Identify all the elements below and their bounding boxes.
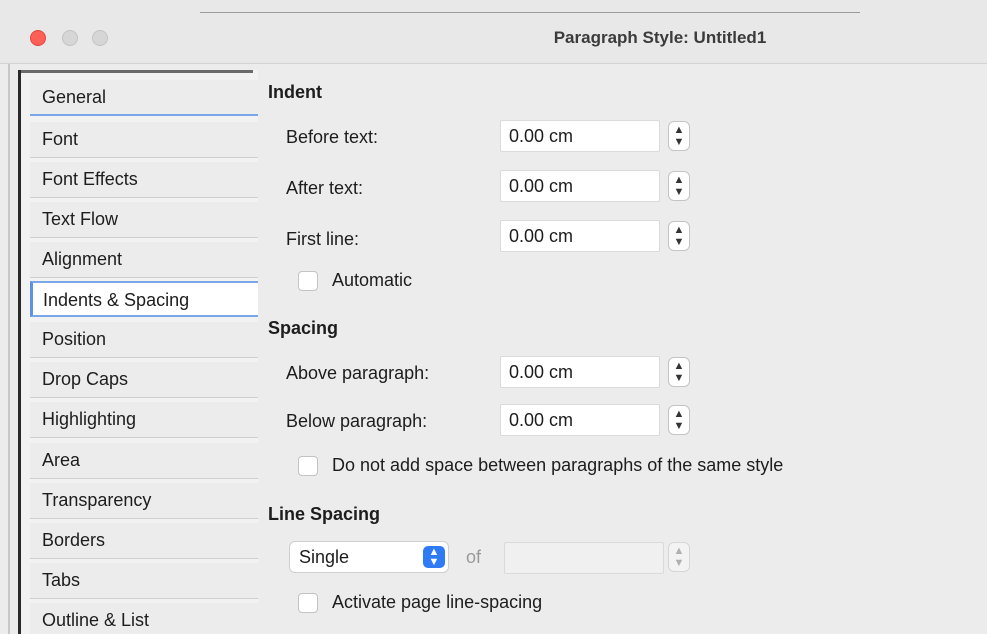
above-paragraph-spinner[interactable]: ▲ ▼ xyxy=(668,357,690,387)
spin-down-icon: ▼ xyxy=(673,557,685,569)
above-paragraph-field[interactable]: 0.00 cm xyxy=(500,356,660,388)
close-window-button[interactable] xyxy=(30,30,46,46)
line-spacing-of-field[interactable] xyxy=(504,542,664,574)
page-line-spacing-checkbox[interactable] xyxy=(298,593,318,613)
below-paragraph-field[interactable]: 0.00 cm xyxy=(500,404,660,436)
spin-down-icon: ▼ xyxy=(673,420,685,432)
tab-list: General Font Font Effects Text Flow Alig… xyxy=(18,70,262,634)
tab-list-top-border xyxy=(21,70,253,73)
tab-tabs[interactable]: Tabs xyxy=(30,563,262,599)
after-text-spinner[interactable]: ▲ ▼ xyxy=(668,171,690,201)
tab-position[interactable]: Position xyxy=(30,322,262,358)
indents-spacing-panel: Indent Before text: 0.00 cm ▲ ▼ After tex… xyxy=(258,64,987,634)
no-space-same-style-checkbox[interactable] xyxy=(298,456,318,476)
spin-up-icon: ▲ xyxy=(673,360,685,372)
tab-indents-spacing[interactable]: Indents & Spacing xyxy=(30,281,262,317)
tab-font-effects[interactable]: Font Effects xyxy=(30,162,262,198)
divider xyxy=(200,12,860,13)
first-line-label: First line: xyxy=(286,229,360,249)
tab-font[interactable]: Font xyxy=(30,122,262,158)
before-text-label: Before text: xyxy=(286,127,379,147)
window-left-edge xyxy=(8,64,10,634)
line-spacing-value: Single xyxy=(299,547,350,567)
spacing-section-title: Spacing xyxy=(268,318,339,338)
of-label: of xyxy=(466,547,482,567)
spin-down-icon: ▼ xyxy=(673,186,685,198)
indent-section-title: Indent xyxy=(268,82,322,102)
automatic-label: Automatic xyxy=(332,270,413,290)
spin-down-icon: ▼ xyxy=(673,372,685,384)
spin-up-icon: ▲ xyxy=(673,545,685,557)
before-text-field[interactable]: 0.00 cm xyxy=(500,120,660,152)
above-paragraph-label: Above paragraph: xyxy=(286,363,430,383)
zoom-window-button[interactable] xyxy=(92,30,108,46)
spin-up-icon: ▲ xyxy=(673,408,685,420)
below-paragraph-spinner[interactable]: ▲ ▼ xyxy=(668,405,690,435)
after-text-label: After text: xyxy=(286,178,364,198)
minimize-window-button[interactable] xyxy=(62,30,78,46)
tab-text-flow[interactable]: Text Flow xyxy=(30,202,262,238)
first-line-field[interactable]: 0.00 cm xyxy=(500,220,660,252)
spin-up-icon: ▲ xyxy=(673,124,685,136)
tab-borders[interactable]: Borders xyxy=(30,523,262,559)
automatic-checkbox[interactable] xyxy=(298,271,318,291)
below-paragraph-label: Below paragraph: xyxy=(286,411,428,431)
before-text-spinner[interactable]: ▲ ▼ xyxy=(668,121,690,151)
window-title: Paragraph Style: Untitled1 xyxy=(553,28,767,47)
tab-general[interactable]: General xyxy=(30,80,262,116)
no-space-same-style-label: Do not add space between paragraphs of t… xyxy=(332,455,784,475)
first-line-spinner[interactable]: ▲ ▼ xyxy=(668,221,690,251)
line-spacing-of-spinner[interactable]: ▲ ▼ xyxy=(668,542,690,572)
chevron-updown-icon: ▲ ▼ xyxy=(423,546,445,568)
spin-down-icon: ▼ xyxy=(673,136,685,148)
spin-down-icon: ▼ xyxy=(673,236,685,248)
tab-drop-caps[interactable]: Drop Caps xyxy=(30,362,262,398)
title-bar: Paragraph Style: Untitled1 xyxy=(0,0,987,64)
tab-area[interactable]: Area xyxy=(30,443,262,479)
tab-transparency[interactable]: Transparency xyxy=(30,483,262,519)
tab-outline-list[interactable]: Outline & List xyxy=(30,603,262,634)
spin-up-icon: ▲ xyxy=(673,224,685,236)
tab-alignment[interactable]: Alignment xyxy=(30,242,262,278)
after-text-field[interactable]: 0.00 cm xyxy=(500,170,660,202)
tab-highlighting[interactable]: Highlighting xyxy=(30,402,262,438)
page-line-spacing-label: Activate page line-spacing xyxy=(332,592,543,612)
line-spacing-select[interactable]: Single ▲ ▼ xyxy=(289,541,449,573)
line-spacing-section-title: Line Spacing xyxy=(268,504,381,524)
spin-up-icon: ▲ xyxy=(673,174,685,186)
